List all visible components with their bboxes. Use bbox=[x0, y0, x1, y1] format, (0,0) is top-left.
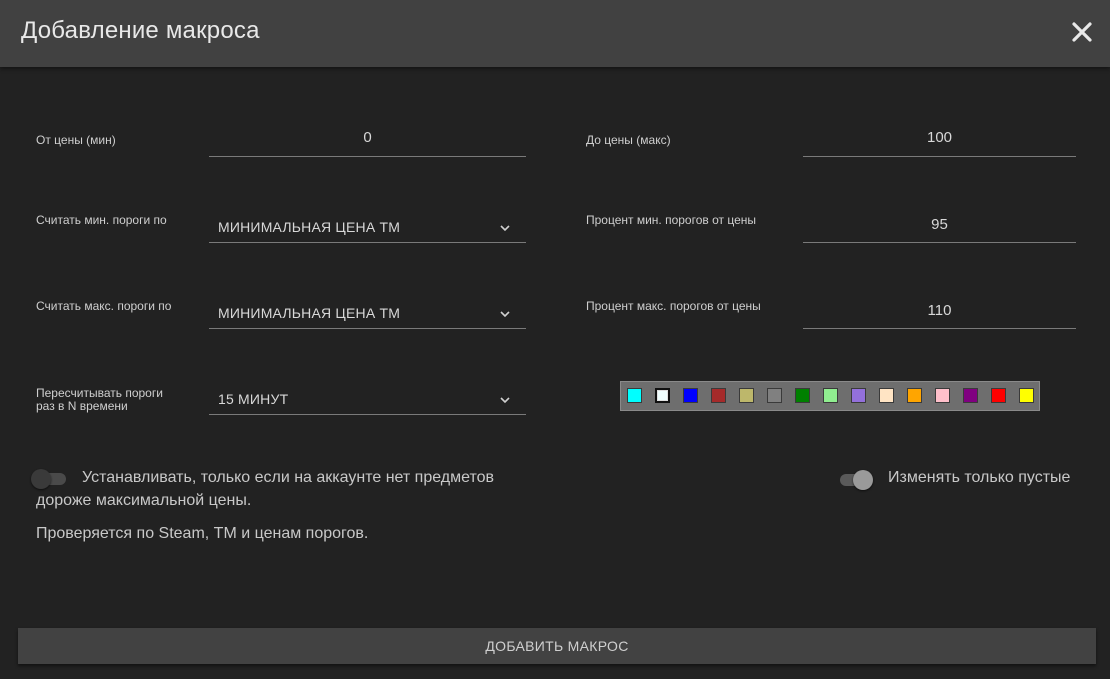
only-if-no-expensive-label-line2: дороже максимальной цены. bbox=[36, 492, 252, 509]
close-icon bbox=[1072, 22, 1092, 42]
min-threshold-basis-label: Считать мин. пороги по bbox=[36, 213, 167, 227]
color-swatch[interactable] bbox=[739, 388, 754, 403]
toggle-knob bbox=[853, 470, 873, 490]
color-swatch[interactable] bbox=[823, 388, 838, 403]
max-threshold-percent-value: 110 bbox=[927, 302, 952, 319]
recalc-interval-value: 15 МИНУТ bbox=[218, 391, 289, 407]
max-threshold-basis-value: МИНИМАЛЬНАЯ ЦЕНА ТМ bbox=[218, 305, 401, 321]
color-swatch[interactable] bbox=[683, 388, 698, 403]
min-threshold-percent-label: Процент мин. порогов от цены bbox=[586, 213, 757, 227]
close-button[interactable] bbox=[1068, 18, 1096, 46]
color-palette bbox=[620, 381, 1040, 411]
color-swatch[interactable] bbox=[767, 388, 782, 403]
max-threshold-percent-label: Процент макс. порогов от цены bbox=[586, 299, 761, 313]
recalc-interval-select[interactable]: 15 МИНУТ bbox=[209, 378, 526, 415]
color-swatch[interactable] bbox=[991, 388, 1006, 403]
color-swatch[interactable] bbox=[655, 388, 670, 403]
price-min-input[interactable]: 0 bbox=[209, 120, 526, 157]
color-swatch[interactable] bbox=[851, 388, 866, 403]
chevron-down-icon bbox=[500, 225, 510, 232]
max-threshold-basis-select[interactable]: МИНИМАЛЬНАЯ ЦЕНА ТМ bbox=[209, 292, 526, 329]
only-if-no-expensive-toggle[interactable] bbox=[31, 467, 69, 489]
color-swatch[interactable] bbox=[935, 388, 950, 403]
price-max-label: До цены (макс) bbox=[586, 133, 671, 147]
color-swatch[interactable] bbox=[1019, 388, 1034, 403]
color-swatch[interactable] bbox=[907, 388, 922, 403]
chevron-down-icon bbox=[500, 397, 510, 404]
color-swatch[interactable] bbox=[627, 388, 642, 403]
dialog-title: Добавление макроса bbox=[21, 17, 260, 44]
only-if-no-expensive-label-line1: Устанавливать, только если на аккаунте н… bbox=[82, 469, 495, 486]
min-threshold-percent-input[interactable]: 95 bbox=[803, 206, 1076, 243]
price-min-value: 0 bbox=[363, 129, 372, 146]
price-min-label: От цены (мин) bbox=[36, 133, 116, 147]
chevron-down-icon bbox=[500, 311, 510, 318]
min-threshold-percent-value: 95 bbox=[931, 216, 948, 233]
min-threshold-basis-value: МИНИМАЛЬНАЯ ЦЕНА ТМ bbox=[218, 219, 401, 235]
max-threshold-basis-label: Считать макс. пороги по bbox=[36, 299, 172, 313]
only-empty-label: Изменять только пустые bbox=[888, 469, 1071, 486]
add-macro-button[interactable]: ДОБАВИТЬ МАКРОС bbox=[18, 628, 1096, 664]
check-note: Проверяется по Steam, ТМ и ценам порогов… bbox=[36, 525, 369, 542]
price-max-input[interactable]: 100 bbox=[803, 120, 1076, 157]
color-swatch[interactable] bbox=[711, 388, 726, 403]
add-macro-dialog: Добавление макроса От цены (мин) 0 До це… bbox=[0, 0, 1110, 679]
color-swatch[interactable] bbox=[795, 388, 810, 403]
price-max-value: 100 bbox=[926, 129, 953, 146]
color-swatch[interactable] bbox=[963, 388, 978, 403]
min-threshold-basis-select[interactable]: МИНИМАЛЬНАЯ ЦЕНА ТМ bbox=[209, 206, 526, 243]
dialog-header: Добавление макроса bbox=[0, 0, 1110, 67]
color-swatch[interactable] bbox=[879, 388, 894, 403]
recalc-interval-label-line2: раз в N времени bbox=[36, 399, 128, 413]
max-threshold-percent-input[interactable]: 110 bbox=[803, 292, 1076, 329]
toggle-knob bbox=[31, 469, 51, 489]
only-empty-toggle[interactable] bbox=[837, 468, 875, 490]
